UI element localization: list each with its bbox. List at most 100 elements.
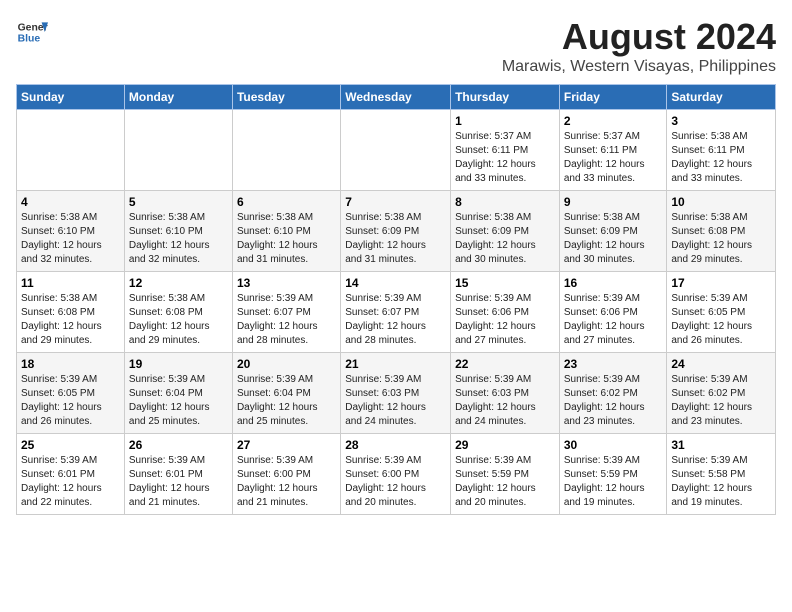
header-cell-tuesday: Tuesday bbox=[232, 85, 340, 110]
calendar-cell: 28 Sunrise: 5:39 AM Sunset: 6:00 PM Dayli… bbox=[341, 434, 451, 515]
week-row: 25 Sunrise: 5:39 AM Sunset: 6:01 PM Dayli… bbox=[17, 434, 776, 515]
day-number: 18 bbox=[21, 357, 120, 371]
day-info: Sunrise: 5:39 AM Sunset: 6:02 PM Dayligh… bbox=[564, 373, 663, 429]
calendar-cell: 12 Sunrise: 5:38 AM Sunset: 6:08 PM Dayli… bbox=[124, 272, 232, 353]
calendar-cell: 3Sunrise: 5:38 AM Sunset: 6:11 PM Daylig… bbox=[667, 110, 776, 191]
day-number: 24 bbox=[671, 357, 771, 371]
calendar-cell: 16Sunrise: 5:39 AM Sunset: 6:06 PM Dayli… bbox=[559, 272, 667, 353]
week-row: 4Sunrise: 5:38 AM Sunset: 6:10 PM Daylig… bbox=[17, 191, 776, 272]
day-number: 11 bbox=[21, 276, 120, 290]
header-cell-monday: Monday bbox=[124, 85, 232, 110]
day-info: Sunrise: 5:38 AM Sunset: 6:09 PM Dayligh… bbox=[455, 211, 555, 267]
day-info: Sunrise: 5:39 AM Sunset: 6:04 PM Dayligh… bbox=[129, 373, 228, 429]
day-number: 13 bbox=[237, 276, 336, 290]
day-number: 26 bbox=[129, 438, 228, 452]
day-number: 19 bbox=[129, 357, 228, 371]
calendar-cell bbox=[17, 110, 125, 191]
day-info: Sunrise: 5:39 AM Sunset: 6:05 PM Dayligh… bbox=[671, 292, 771, 348]
day-info: Sunrise: 5:39 AM Sunset: 6:00 PM Dayligh… bbox=[237, 454, 336, 510]
calendar-cell: 14 Sunrise: 5:39 AM Sunset: 6:07 PM Dayli… bbox=[341, 272, 451, 353]
calendar-cell: 23 Sunrise: 5:39 AM Sunset: 6:02 PM Dayli… bbox=[559, 353, 667, 434]
logo: General Blue bbox=[16, 16, 48, 48]
calendar-table: SundayMondayTuesdayWednesdayThursdayFrid… bbox=[16, 84, 776, 515]
day-number: 7 bbox=[345, 195, 446, 209]
day-number: 3 bbox=[671, 114, 771, 128]
day-info: Sunrise: 5:39 AM Sunset: 6:06 PM Dayligh… bbox=[564, 292, 663, 348]
day-info: Sunrise: 5:39 AM Sunset: 6:01 PM Dayligh… bbox=[21, 454, 120, 510]
calendar-cell: 9Sunrise: 5:38 AM Sunset: 6:09 PM Daylig… bbox=[559, 191, 667, 272]
day-number: 12 bbox=[129, 276, 228, 290]
day-info: Sunrise: 5:39 AM Sunset: 6:03 PM Dayligh… bbox=[345, 373, 446, 429]
day-info: Sunrise: 5:39 AM Sunset: 6:02 PM Dayligh… bbox=[671, 373, 771, 429]
calendar-cell: 11 Sunrise: 5:38 AM Sunset: 6:08 PM Dayli… bbox=[17, 272, 125, 353]
calendar-cell: 6 Sunrise: 5:38 AM Sunset: 6:10 PM Daylig… bbox=[232, 191, 340, 272]
day-number: 1 bbox=[455, 114, 555, 128]
calendar-header: SundayMondayTuesdayWednesdayThursdayFrid… bbox=[17, 85, 776, 110]
day-info: Sunrise: 5:39 AM Sunset: 6:07 PM Dayligh… bbox=[237, 292, 336, 348]
page-subtitle: Marawis, Western Visayas, Philippines bbox=[502, 58, 776, 76]
calendar-cell: 22Sunrise: 5:39 AM Sunset: 6:03 PM Dayli… bbox=[451, 353, 560, 434]
day-info: Sunrise: 5:39 AM Sunset: 6:05 PM Dayligh… bbox=[21, 373, 120, 429]
calendar-cell: 1 Sunrise: 5:37 AM Sunset: 6:11 PM Daylig… bbox=[451, 110, 560, 191]
header-cell-thursday: Thursday bbox=[451, 85, 560, 110]
calendar-cell: 27 Sunrise: 5:39 AM Sunset: 6:00 PM Dayli… bbox=[232, 434, 340, 515]
calendar-cell: 10Sunrise: 5:38 AM Sunset: 6:08 PM Dayli… bbox=[667, 191, 776, 272]
day-number: 22 bbox=[455, 357, 555, 371]
day-info: Sunrise: 5:39 AM Sunset: 5:59 PM Dayligh… bbox=[564, 454, 663, 510]
logo-icon: General Blue bbox=[16, 16, 48, 48]
calendar-cell: 4Sunrise: 5:38 AM Sunset: 6:10 PM Daylig… bbox=[17, 191, 125, 272]
title-block: August 2024 Marawis, Western Visayas, Ph… bbox=[502, 16, 776, 76]
day-number: 29 bbox=[455, 438, 555, 452]
calendar-cell: 19 Sunrise: 5:39 AM Sunset: 6:04 PM Dayli… bbox=[124, 353, 232, 434]
day-info: Sunrise: 5:38 AM Sunset: 6:10 PM Dayligh… bbox=[21, 211, 120, 267]
week-row: 18 Sunrise: 5:39 AM Sunset: 6:05 PM Dayli… bbox=[17, 353, 776, 434]
calendar-cell: 26 Sunrise: 5:39 AM Sunset: 6:01 PM Dayli… bbox=[124, 434, 232, 515]
calendar-cell: 20 Sunrise: 5:39 AM Sunset: 6:04 PM Dayli… bbox=[232, 353, 340, 434]
calendar-cell: 18 Sunrise: 5:39 AM Sunset: 6:05 PM Dayli… bbox=[17, 353, 125, 434]
svg-text:Blue: Blue bbox=[18, 34, 41, 45]
day-info: Sunrise: 5:39 AM Sunset: 6:04 PM Dayligh… bbox=[237, 373, 336, 429]
day-info: Sunrise: 5:39 AM Sunset: 6:07 PM Dayligh… bbox=[345, 292, 446, 348]
calendar-cell: 8 Sunrise: 5:38 AM Sunset: 6:09 PM Daylig… bbox=[451, 191, 560, 272]
day-info: Sunrise: 5:39 AM Sunset: 6:01 PM Dayligh… bbox=[129, 454, 228, 510]
calendar-cell bbox=[232, 110, 340, 191]
day-number: 23 bbox=[564, 357, 663, 371]
day-number: 15 bbox=[455, 276, 555, 290]
day-number: 5 bbox=[129, 195, 228, 209]
day-number: 27 bbox=[237, 438, 336, 452]
week-row: 11 Sunrise: 5:38 AM Sunset: 6:08 PM Dayli… bbox=[17, 272, 776, 353]
calendar-cell: 15 Sunrise: 5:39 AM Sunset: 6:06 PM Dayli… bbox=[451, 272, 560, 353]
day-number: 2 bbox=[564, 114, 663, 128]
day-number: 28 bbox=[345, 438, 446, 452]
calendar-cell: 5 Sunrise: 5:38 AM Sunset: 6:10 PM Daylig… bbox=[124, 191, 232, 272]
day-number: 9 bbox=[564, 195, 663, 209]
day-info: Sunrise: 5:38 AM Sunset: 6:09 PM Dayligh… bbox=[345, 211, 446, 267]
calendar-cell bbox=[341, 110, 451, 191]
day-number: 30 bbox=[564, 438, 663, 452]
day-info: Sunrise: 5:38 AM Sunset: 6:10 PM Dayligh… bbox=[237, 211, 336, 267]
calendar-cell: 2 Sunrise: 5:37 AM Sunset: 6:11 PM Daylig… bbox=[559, 110, 667, 191]
day-number: 20 bbox=[237, 357, 336, 371]
day-info: Sunrise: 5:39 AM Sunset: 6:00 PM Dayligh… bbox=[345, 454, 446, 510]
day-number: 21 bbox=[345, 357, 446, 371]
calendar-cell: 24 Sunrise: 5:39 AM Sunset: 6:02 PM Dayli… bbox=[667, 353, 776, 434]
calendar-cell: 30 Sunrise: 5:39 AM Sunset: 5:59 PM Dayli… bbox=[559, 434, 667, 515]
day-info: Sunrise: 5:38 AM Sunset: 6:10 PM Dayligh… bbox=[129, 211, 228, 267]
day-info: Sunrise: 5:37 AM Sunset: 6:11 PM Dayligh… bbox=[564, 130, 663, 186]
header-row: SundayMondayTuesdayWednesdayThursdayFrid… bbox=[17, 85, 776, 110]
day-number: 8 bbox=[455, 195, 555, 209]
day-info: Sunrise: 5:39 AM Sunset: 6:06 PM Dayligh… bbox=[455, 292, 555, 348]
page-header: General Blue August 2024 Marawis, Wester… bbox=[16, 16, 776, 76]
page-title: August 2024 bbox=[502, 16, 776, 58]
day-number: 14 bbox=[345, 276, 446, 290]
day-number: 31 bbox=[671, 438, 771, 452]
calendar-cell bbox=[124, 110, 232, 191]
day-number: 25 bbox=[21, 438, 120, 452]
day-number: 6 bbox=[237, 195, 336, 209]
day-info: Sunrise: 5:38 AM Sunset: 6:08 PM Dayligh… bbox=[21, 292, 120, 348]
day-info: Sunrise: 5:39 AM Sunset: 5:58 PM Dayligh… bbox=[671, 454, 771, 510]
calendar-cell: 13 Sunrise: 5:39 AM Sunset: 6:07 PM Dayli… bbox=[232, 272, 340, 353]
day-info: Sunrise: 5:37 AM Sunset: 6:11 PM Dayligh… bbox=[455, 130, 555, 186]
day-info: Sunrise: 5:38 AM Sunset: 6:08 PM Dayligh… bbox=[129, 292, 228, 348]
header-cell-wednesday: Wednesday bbox=[341, 85, 451, 110]
